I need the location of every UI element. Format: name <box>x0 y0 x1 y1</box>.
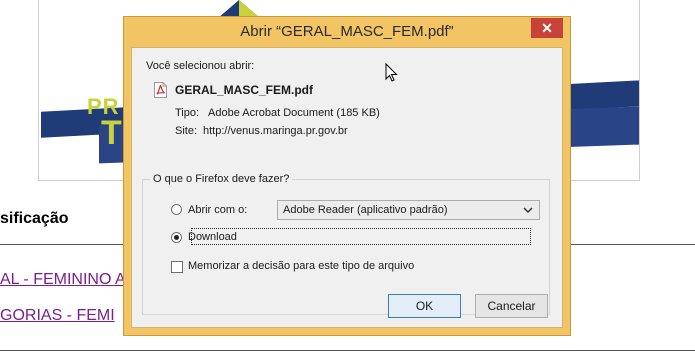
type-value: Adobe Acrobat Document (185 KB) <box>208 107 380 119</box>
mouse-cursor-icon <box>385 63 398 82</box>
chevron-down-icon <box>523 207 533 214</box>
close-icon[interactable]: ✕ <box>531 18 563 38</box>
site-label: Site: <box>175 125 198 137</box>
logo-text-bottom: T <box>101 114 122 152</box>
group-title: O que o Firefox deve fazer? <box>150 173 293 185</box>
dialog-titlebar[interactable]: Abrir “GERAL_MASC_FEM.pdf” ✕ <box>124 17 570 47</box>
file-name: GERAL_MASC_FEM.pdf <box>175 83 313 97</box>
page-link-categorias[interactable]: GORIAS - FEMI <box>0 307 115 325</box>
type-label: Tipo: <box>175 107 200 119</box>
open-with-radio[interactable] <box>171 204 182 215</box>
download-focus-outline <box>191 228 531 245</box>
application-select-value: Adobe Reader (aplicativo padrão) <box>283 204 448 216</box>
dialog-body: Você selecionou abrir: GERAL_MASC_FEM.pd… <box>131 47 563 328</box>
remember-checkbox[interactable] <box>171 261 183 273</box>
remember-label[interactable]: Memorizar a decisão para este tipo de ar… <box>188 260 414 272</box>
selected-label: Você selecionou abrir: <box>146 60 255 72</box>
page-heading: sificação <box>0 210 69 227</box>
download-label[interactable]: Download <box>188 231 237 243</box>
download-radio[interactable] <box>171 232 182 243</box>
site-value: http://venus.maringa.pr.gov.br <box>203 125 348 137</box>
page-divider-bottom <box>0 350 695 351</box>
dialog-title: Abrir “GERAL_MASC_FEM.pdf” <box>240 23 454 40</box>
application-select[interactable]: Adobe Reader (aplicativo padrão) <box>277 200 540 220</box>
pdf-file-icon <box>154 82 167 98</box>
open-file-dialog: Abrir “GERAL_MASC_FEM.pdf” ✕ Você seleci… <box>123 16 571 336</box>
ok-button[interactable]: OK <box>388 294 461 318</box>
cancel-button[interactable]: Cancelar <box>475 294 548 318</box>
open-with-label[interactable]: Abrir com o: <box>188 204 247 216</box>
page-link-feminino[interactable]: AL - FEMININO A <box>0 271 126 289</box>
